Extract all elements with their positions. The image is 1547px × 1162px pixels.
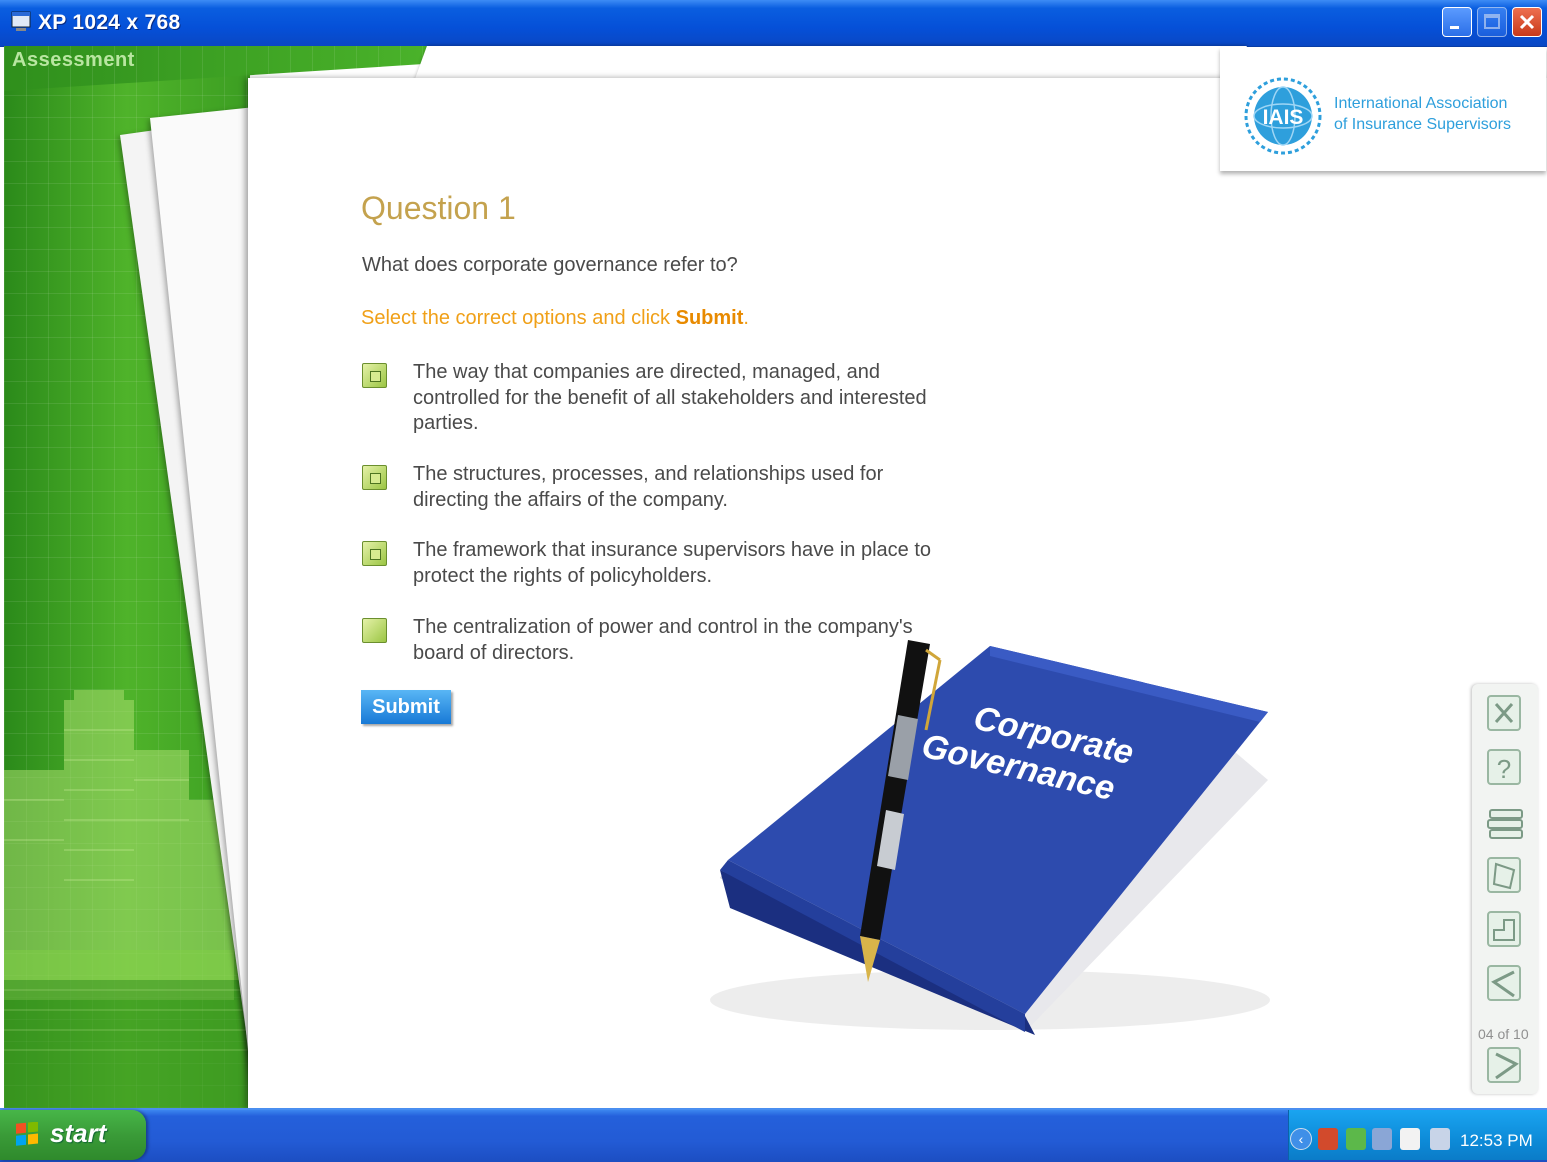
show-hidden-icons-icon[interactable]: ‹ xyxy=(1290,1128,1312,1150)
next-icon[interactable] xyxy=(1484,1044,1528,1088)
book-pen-illustration: Corporate Governance xyxy=(710,640,1270,1035)
submit-button[interactable]: Submit xyxy=(361,690,451,724)
option-checkbox[interactable] xyxy=(362,618,387,643)
exit-icon[interactable] xyxy=(1484,692,1528,736)
help-icon[interactable]: ? xyxy=(1484,746,1528,790)
maximize-button[interactable] xyxy=(1477,7,1507,37)
window-titlebar[interactable]: XP 1024 x 768 xyxy=(0,0,1547,47)
question-prompt: What does corporate governance refer to? xyxy=(362,254,738,276)
question-instruction: Select the correct options and click Sub… xyxy=(361,307,749,330)
window-title: XP 1024 x 768 xyxy=(38,11,181,34)
option-checkbox[interactable] xyxy=(362,363,387,388)
page-counter: 04 of 10 xyxy=(1478,1026,1529,1042)
iais-emblem-icon: IAIS xyxy=(1244,77,1322,155)
glossary-icon[interactable] xyxy=(1484,854,1528,898)
pen-icon[interactable] xyxy=(1400,1128,1420,1150)
resources-icon[interactable] xyxy=(1484,800,1528,844)
organization-name-line1: International Association xyxy=(1334,95,1508,112)
organization-name: International Association of Insurance S… xyxy=(1334,93,1511,135)
maximize-icon xyxy=(1484,14,1500,29)
answer-option[interactable]: The way that companies are directed, man… xyxy=(362,360,942,436)
app-window-icon xyxy=(11,11,31,31)
organization-name-line2: of Insurance Supervisors xyxy=(1334,116,1511,133)
instruction-prefix: Select the correct options and click xyxy=(361,307,676,329)
monitor-icon[interactable] xyxy=(1372,1128,1392,1150)
emblem-text: IAIS xyxy=(1263,106,1304,129)
back-icon[interactable] xyxy=(1484,962,1528,1006)
answer-option[interactable]: The structures, processes, and relations… xyxy=(362,462,942,514)
shield-icon[interactable] xyxy=(1318,1128,1338,1150)
section-label: Assessment xyxy=(12,49,135,71)
start-button[interactable]: start xyxy=(0,1110,146,1160)
start-label: start xyxy=(50,1118,107,1148)
minimize-icon xyxy=(1450,26,1459,29)
windows-logo-icon xyxy=(16,1122,38,1146)
volume-icon[interactable] xyxy=(1430,1128,1450,1150)
option-text: The way that companies are directed, man… xyxy=(413,361,927,434)
network-icon[interactable] xyxy=(1346,1128,1366,1150)
instruction-action: Submit xyxy=(675,307,744,329)
close-button[interactable] xyxy=(1512,7,1542,37)
question-title: Question 1 xyxy=(361,190,516,226)
option-checkbox[interactable] xyxy=(362,541,387,566)
option-text: The framework that insurance supervisors… xyxy=(413,539,932,587)
answer-option[interactable]: The framework that insurance supervisors… xyxy=(362,538,942,590)
svg-text:?: ? xyxy=(1497,754,1511,784)
logo-card: IAIS International Association of Insura… xyxy=(1220,47,1546,171)
clock: 12:53 PM xyxy=(1460,1131,1533,1150)
minimize-button[interactable] xyxy=(1442,7,1472,37)
instruction-suffix: . xyxy=(743,307,749,329)
option-text: The structures, processes, and relations… xyxy=(413,463,884,511)
home-icon[interactable] xyxy=(1484,908,1528,952)
option-checkbox[interactable] xyxy=(362,465,387,490)
close-icon xyxy=(1519,14,1535,30)
